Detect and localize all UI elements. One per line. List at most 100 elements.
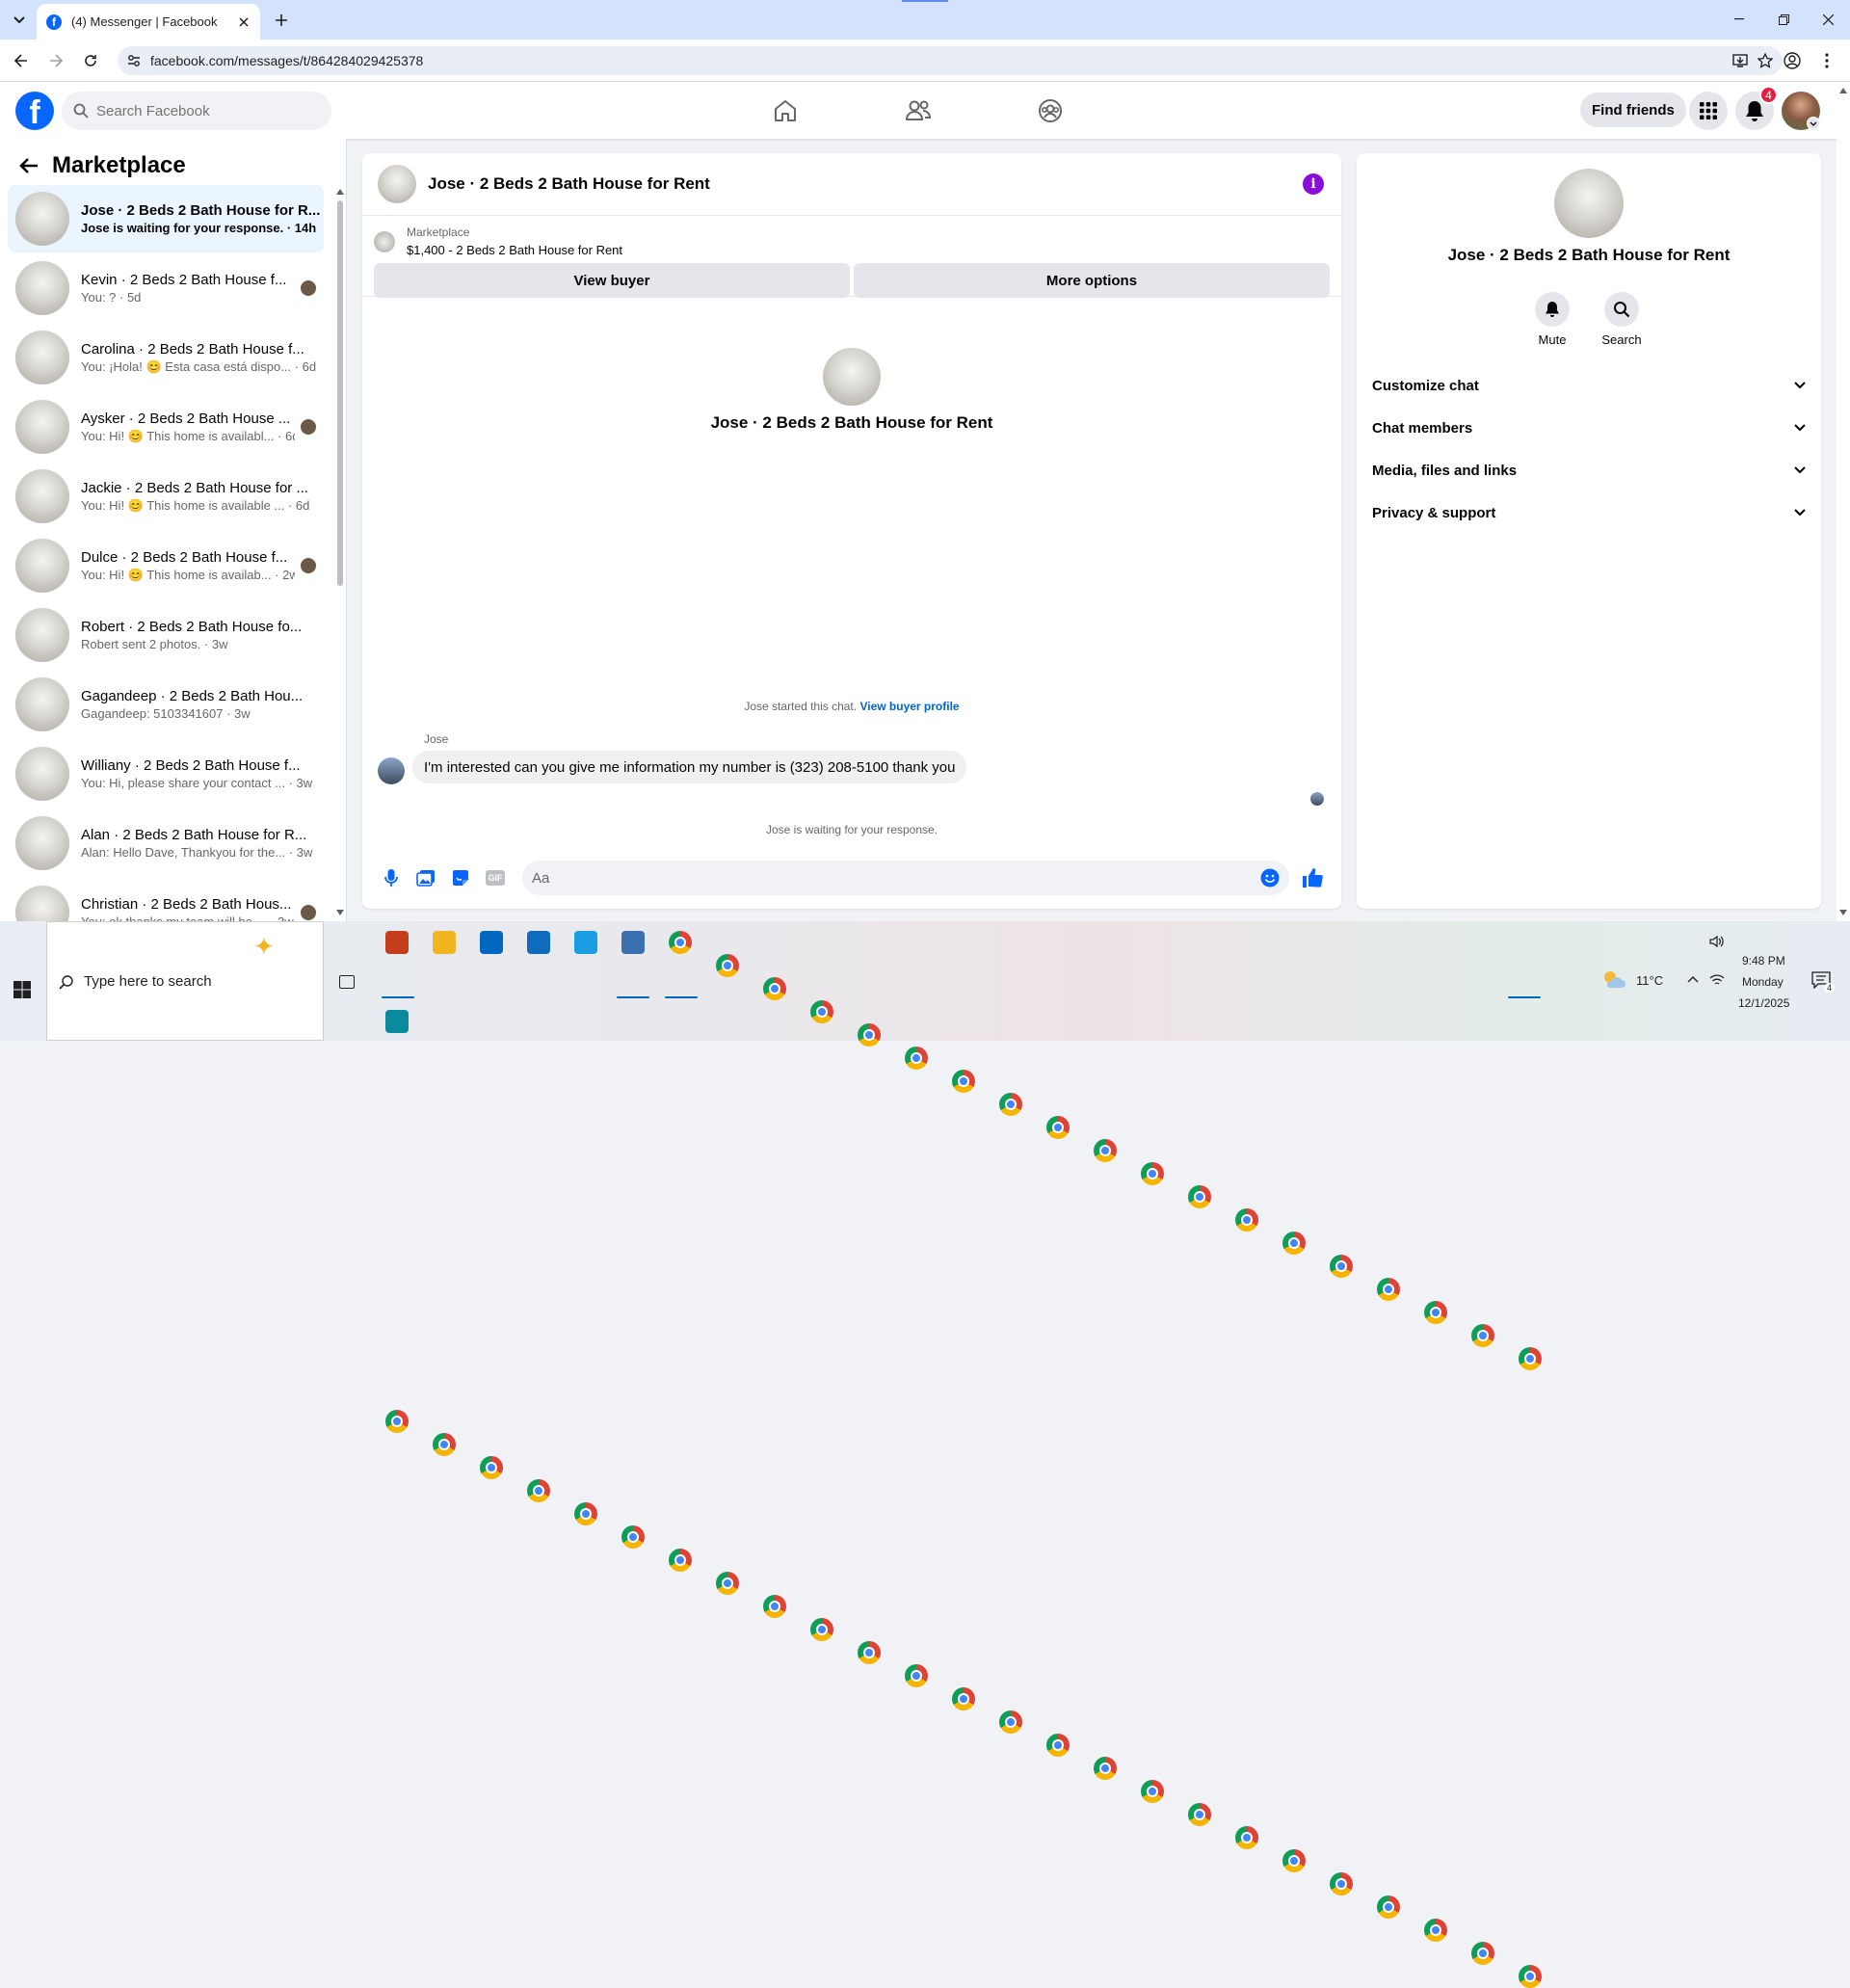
chrome-app-icon[interactable] [1330, 1255, 1353, 1278]
forward-icon[interactable] [45, 50, 66, 71]
chrome-app-icon[interactable] [763, 1595, 786, 1618]
chrome-app-icon[interactable] [1188, 1185, 1211, 1208]
clock-time[interactable]: 9:48 PM [1742, 954, 1785, 967]
store-app-icon[interactable] [480, 931, 503, 954]
conversation-item[interactable]: Williany · 2 Beds 2 Bath House f... You: … [8, 740, 324, 808]
chrome-app-icon[interactable] [858, 1641, 881, 1664]
install-app-icon[interactable] [1732, 53, 1748, 68]
view-buyer-profile-link[interactable]: View buyer profile [859, 700, 959, 713]
page-scroll-up-icon[interactable] [1839, 88, 1847, 93]
chrome-app-icon[interactable] [1094, 1757, 1117, 1780]
gif-icon[interactable]: GIF [478, 861, 513, 895]
chrome-app-icon[interactable] [905, 1047, 928, 1070]
sender-avatar[interactable] [378, 757, 405, 784]
chrome-app-icon[interactable] [905, 1664, 928, 1687]
photo-icon[interactable] [409, 861, 443, 895]
chrome-app-icon[interactable] [1188, 1803, 1211, 1826]
friends-nav-icon[interactable] [901, 93, 936, 128]
facebook-search-input[interactable] [96, 102, 308, 119]
browser-tab[interactable]: f (4) Messenger | Facebook [37, 4, 260, 40]
chrome-app-icon[interactable] [1424, 1301, 1447, 1324]
weather-icon[interactable] [1601, 969, 1626, 989]
conversation-item[interactable]: Gagandeep · 2 Beds 2 Bath Hou... Gagandee… [8, 671, 324, 738]
chrome-app-icon[interactable] [527, 1479, 550, 1502]
search-in-conversation-button[interactable]: Search [1593, 292, 1651, 347]
details-section[interactable]: Customize chat [1372, 364, 1806, 407]
chrome-app-icon[interactable] [1046, 1734, 1070, 1757]
scroll-up-icon[interactable] [336, 189, 344, 195]
scroll-down-icon[interactable] [336, 910, 344, 915]
chrome-app-icon[interactable] [810, 1000, 833, 1023]
explorer-app-icon[interactable] [433, 931, 456, 954]
taskbar-search[interactable]: Type here to search ✦ [46, 921, 324, 1041]
profile-icon[interactable] [1782, 50, 1803, 71]
page-scrollbar[interactable] [1837, 82, 1850, 921]
message-input[interactable]: Aa [522, 861, 1289, 895]
conversation-item[interactable]: Alan · 2 Beds 2 Bath House for R... Alan:… [8, 809, 324, 877]
clock-day[interactable]: Monday [1742, 975, 1784, 989]
network-icon[interactable] [1709, 973, 1725, 987]
chrome-app-icon[interactable] [810, 1618, 833, 1641]
minimize-button[interactable] [1725, 8, 1754, 31]
tab-search-button[interactable] [8, 10, 31, 31]
restore-button[interactable] [1769, 8, 1798, 31]
chrome-app-icon[interactable] [1235, 1826, 1258, 1849]
browser-menu-icon[interactable] [1816, 50, 1837, 71]
chrome-app-icon[interactable] [574, 1502, 597, 1525]
facebook-search[interactable] [62, 92, 331, 130]
back-arrow-icon[interactable] [19, 157, 39, 174]
chrome-app-icon[interactable] [1471, 1324, 1494, 1347]
microphone-icon[interactable] [374, 861, 409, 895]
chrome-app-icon[interactable] [433, 1433, 456, 1456]
conversation-item[interactable]: Carolina · 2 Beds 2 Bath House f... You: … [8, 324, 324, 391]
home-nav-icon[interactable] [768, 93, 803, 128]
chrome-app-icon[interactable] [858, 1023, 881, 1047]
chrome-app-icon[interactable] [1471, 1942, 1494, 1965]
sticker-icon[interactable] [443, 861, 478, 895]
conversation-item[interactable]: Jose · 2 Beds 2 Bath House for R... Jose … [8, 185, 324, 252]
close-tab-icon[interactable] [235, 13, 252, 31]
conversation-item[interactable]: Robert · 2 Beds 2 Bath House fo... Robert… [8, 601, 324, 669]
account-chevron-icon[interactable] [1807, 117, 1820, 130]
details-section[interactable]: Media, files and links [1372, 449, 1806, 491]
groups-nav-icon[interactable] [1033, 93, 1068, 128]
app-icon[interactable] [385, 1010, 409, 1033]
message-bubble[interactable]: I'm interested can you give me informati… [412, 751, 967, 783]
chrome-app-icon[interactable] [1424, 1919, 1447, 1942]
chrome-app-icon[interactable] [1330, 1872, 1353, 1895]
chrome-app-icon[interactable] [999, 1710, 1022, 1734]
chrome-app-icon[interactable] [1141, 1162, 1164, 1185]
details-section[interactable]: Chat members [1372, 407, 1806, 449]
chrome-app-icon[interactable] [952, 1687, 975, 1710]
chrome-app-icon[interactable] [385, 1410, 409, 1433]
chrome-app-icon[interactable] [1141, 1780, 1164, 1803]
chrome-app-icon[interactable] [1094, 1139, 1117, 1162]
chrome-app-icon[interactable] [621, 1525, 645, 1549]
emoji-icon[interactable] [1260, 868, 1280, 888]
m365-app-icon[interactable] [385, 931, 409, 954]
details-section[interactable]: Privacy & support [1372, 491, 1806, 534]
chrome-app-icon[interactable] [669, 931, 692, 954]
menu-grid-icon[interactable] [1689, 92, 1728, 130]
chrome-app-icon[interactable] [1519, 1965, 1542, 1988]
conversation-item[interactable]: Christian · 2 Beds 2 Bath Hous...You: ok… [8, 879, 324, 921]
chrome-app-icon[interactable] [716, 1572, 739, 1595]
new-tab-button[interactable] [270, 10, 293, 31]
close-window-button[interactable] [1813, 8, 1842, 31]
more-options-button[interactable]: More options [854, 263, 1330, 298]
listing-title[interactable]: $1,400 - 2 Beds 2 Bath House for Rent [407, 243, 622, 257]
listing-thumbnail[interactable] [374, 230, 395, 252]
chrome-app-icon[interactable] [1046, 1116, 1070, 1139]
thumbs-up-icon[interactable] [1295, 861, 1330, 895]
chrome-app-icon[interactable] [1519, 1347, 1542, 1370]
files-app-icon[interactable] [621, 931, 645, 954]
bookmark-star-icon[interactable] [1758, 53, 1773, 68]
conversation-item[interactable]: Dulce · 2 Beds 2 Bath House f... You: Hi!… [8, 532, 324, 599]
chrome-app-icon[interactable] [1235, 1208, 1258, 1232]
chrome-app-icon[interactable] [763, 977, 786, 1000]
chrome-app-icon[interactable] [669, 1549, 692, 1572]
volume-icon[interactable] [1709, 935, 1725, 948]
chrome-app-icon[interactable] [952, 1070, 975, 1093]
chrome-app-icon[interactable] [716, 954, 739, 977]
mute-button[interactable]: Mute [1523, 292, 1581, 347]
